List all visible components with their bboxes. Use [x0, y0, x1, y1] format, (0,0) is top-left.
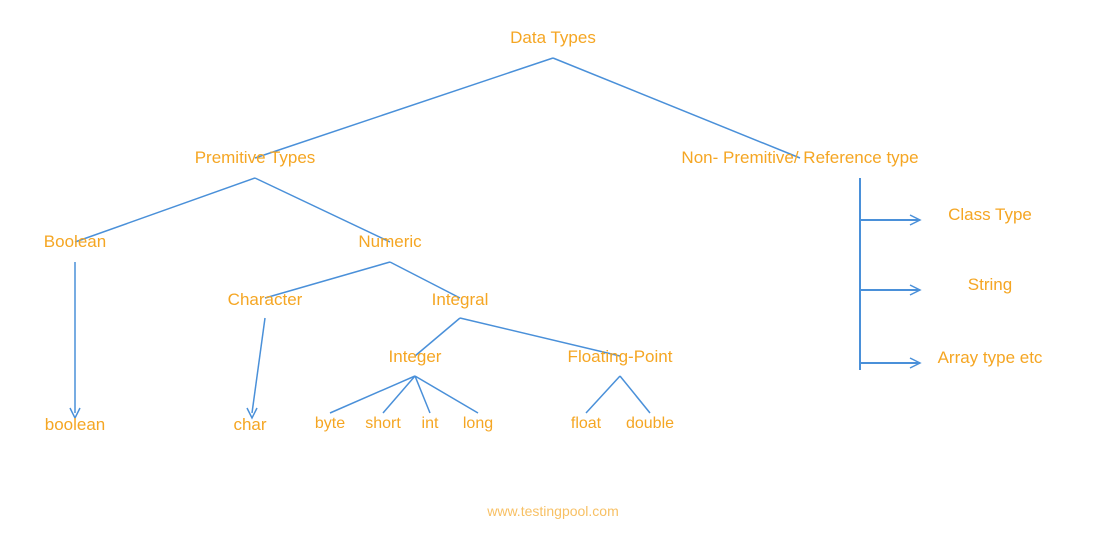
node-root: Data Types	[510, 28, 596, 48]
node-array-type: Array type etc	[938, 348, 1043, 368]
node-boolean-val: boolean	[45, 415, 106, 435]
node-character: Character	[228, 290, 303, 310]
node-float: float	[571, 415, 601, 433]
node-byte: byte	[315, 415, 345, 433]
node-char-val: char	[233, 415, 266, 435]
node-integral: Integral	[432, 290, 489, 310]
node-short: short	[365, 415, 401, 433]
node-nonprimitive: Non- Premitive/ Reference type	[681, 148, 918, 168]
node-double: double	[626, 415, 674, 433]
diagram: Data Types Premitive Types Non- Premitiv…	[0, 0, 1106, 537]
node-class-type: Class Type	[948, 205, 1032, 225]
node-string: String	[968, 275, 1012, 295]
node-integer: Integer	[389, 347, 442, 367]
connector-lines	[0, 0, 1106, 537]
watermark: www.testingpool.com	[487, 503, 619, 519]
node-long: long	[463, 415, 493, 433]
node-numeric: Numeric	[358, 232, 421, 252]
node-floating-point: Floating-Point	[568, 347, 673, 367]
node-int: int	[422, 415, 439, 433]
node-boolean: Boolean	[44, 232, 106, 252]
node-primitive: Premitive Types	[195, 148, 316, 168]
